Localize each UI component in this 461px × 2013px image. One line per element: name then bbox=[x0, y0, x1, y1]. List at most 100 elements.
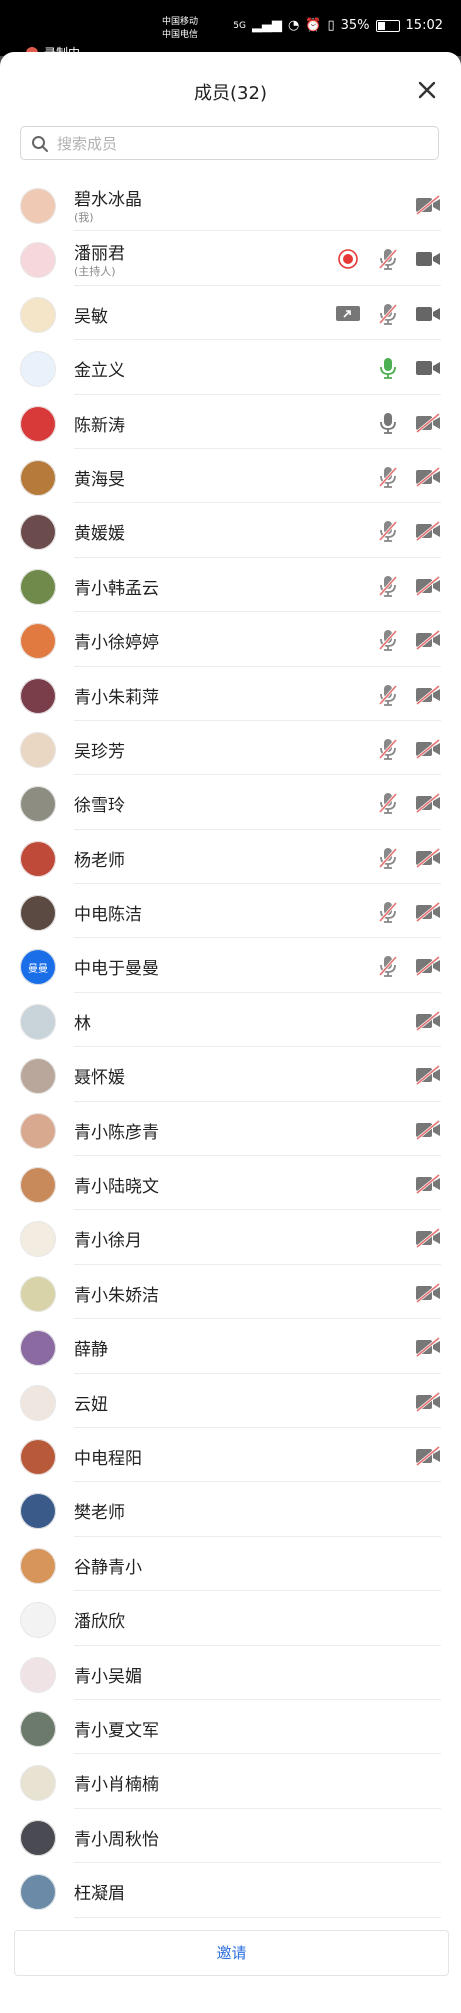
member-row[interactable]: 曼曼 中电于曼曼 bbox=[0, 938, 461, 994]
mic-off-icon[interactable] bbox=[375, 248, 401, 271]
mic-off-icon[interactable] bbox=[375, 575, 401, 597]
member-row[interactable]: 中电程阳 bbox=[0, 1428, 461, 1483]
member-row[interactable]: 林 bbox=[0, 993, 461, 1048]
member-row[interactable]: 徐雪玲 bbox=[0, 775, 461, 831]
mic-off-icon[interactable] bbox=[375, 466, 401, 488]
video-off-icon[interactable] bbox=[415, 1391, 441, 1413]
video-off-icon[interactable] bbox=[415, 738, 441, 760]
mic-off-icon[interactable] bbox=[375, 955, 401, 978]
mic-off-icon[interactable] bbox=[375, 520, 401, 543]
member-row[interactable]: 青小夏文军 bbox=[0, 1700, 461, 1755]
video-off-icon[interactable] bbox=[415, 1445, 441, 1467]
member-row[interactable]: 陈新涛 bbox=[0, 395, 461, 450]
member-row[interactable]: 枉凝眉 bbox=[0, 1863, 461, 1918]
avatar bbox=[20, 895, 56, 932]
member-row[interactable]: 黄海旻 bbox=[0, 449, 461, 504]
video-off-icon[interactable] bbox=[415, 901, 441, 923]
member-row[interactable]: 青小陆晓文 bbox=[0, 1156, 461, 1211]
member-row[interactable]: 青小朱莉萍 bbox=[0, 667, 461, 722]
member-row[interactable]: 碧水冰晶 (我) bbox=[0, 177, 461, 232]
video-off-icon[interactable] bbox=[415, 1173, 441, 1195]
page-title: 成员(32) bbox=[194, 83, 267, 104]
video-off-icon[interactable] bbox=[415, 792, 441, 814]
avatar bbox=[20, 1003, 56, 1040]
invite-button[interactable]: 邀请 bbox=[14, 1930, 449, 1976]
member-row[interactable]: 吴敏 bbox=[0, 286, 461, 341]
wifi-icon: ◔ bbox=[287, 18, 300, 33]
member-row[interactable]: 黄媛媛 bbox=[0, 503, 461, 559]
member-row[interactable]: 青小周秋怡 bbox=[0, 1809, 461, 1864]
video-off-icon[interactable] bbox=[415, 1227, 441, 1249]
close-button[interactable] bbox=[415, 78, 439, 102]
member-status-icons bbox=[375, 954, 441, 978]
member-name: 薛静 bbox=[74, 1340, 108, 1361]
member-status-icons bbox=[415, 1063, 441, 1087]
member-name: 青小朱莉萍 bbox=[74, 687, 159, 708]
member-row[interactable]: 青小肖楠楠 bbox=[0, 1754, 461, 1810]
video-on-icon[interactable] bbox=[415, 303, 441, 325]
avatar bbox=[20, 1330, 56, 1367]
mic-idle-icon[interactable] bbox=[375, 412, 401, 434]
mic-off-icon[interactable] bbox=[375, 792, 401, 815]
video-off-icon[interactable] bbox=[415, 575, 441, 597]
mic-off-icon[interactable] bbox=[375, 303, 401, 325]
member-name: 徐雪玲 bbox=[74, 796, 125, 817]
member-name: 青小夏文军 bbox=[74, 1720, 159, 1741]
mic-off-icon[interactable] bbox=[375, 901, 401, 923]
avatar bbox=[20, 677, 56, 714]
member-row[interactable]: 金立义 bbox=[0, 340, 461, 395]
member-row[interactable]: 青小韩孟云 bbox=[0, 558, 461, 613]
member-row[interactable]: 吴珍芳 bbox=[0, 721, 461, 776]
video-off-icon[interactable] bbox=[415, 466, 441, 488]
record-icon[interactable] bbox=[335, 248, 361, 270]
video-off-icon[interactable] bbox=[415, 684, 441, 706]
video-off-icon[interactable] bbox=[415, 412, 441, 434]
avatar bbox=[20, 1167, 56, 1204]
video-on-icon[interactable] bbox=[415, 248, 441, 270]
battery-percent: 35% bbox=[340, 18, 370, 33]
avatar bbox=[20, 1656, 56, 1693]
avatar bbox=[20, 1493, 56, 1530]
video-off-icon[interactable] bbox=[415, 1282, 441, 1304]
member-row[interactable]: 潘丽君 (主持人) bbox=[0, 231, 461, 287]
video-off-icon[interactable] bbox=[415, 1119, 441, 1141]
member-row[interactable]: 樊老师 bbox=[0, 1482, 461, 1538]
member-row[interactable]: 潘欣欣 bbox=[0, 1591, 461, 1646]
video-on-icon[interactable] bbox=[415, 357, 441, 379]
member-row[interactable]: 青小吴媚 bbox=[0, 1646, 461, 1701]
search-input[interactable] bbox=[55, 130, 429, 158]
video-off-icon[interactable] bbox=[415, 520, 441, 542]
video-off-icon[interactable] bbox=[415, 1336, 441, 1358]
member-status-icons bbox=[335, 302, 441, 326]
member-row[interactable]: 聂怀媛 bbox=[0, 1047, 461, 1103]
video-off-icon[interactable] bbox=[415, 1010, 441, 1032]
member-row[interactable]: 云妞 bbox=[0, 1374, 461, 1429]
mic-off-icon[interactable] bbox=[375, 629, 401, 652]
network-label: 5G bbox=[233, 20, 246, 31]
member-name: 青小徐婷婷 bbox=[74, 633, 159, 654]
carrier-1: 中国移动 bbox=[162, 17, 199, 27]
member-name: 中电于曼曼 bbox=[74, 959, 159, 980]
avatar bbox=[20, 296, 56, 333]
member-row[interactable]: 青小徐婷婷 bbox=[0, 612, 461, 667]
video-off-icon[interactable] bbox=[415, 955, 441, 977]
search-box[interactable] bbox=[20, 126, 439, 160]
member-row[interactable]: 谷静青小 bbox=[0, 1537, 461, 1592]
mic-off-icon[interactable] bbox=[375, 684, 401, 706]
member-row[interactable]: 薛静 bbox=[0, 1319, 461, 1374]
video-off-icon[interactable] bbox=[415, 629, 441, 651]
video-off-icon[interactable] bbox=[415, 194, 441, 216]
screen-share-icon[interactable] bbox=[335, 303, 361, 325]
member-row[interactable]: 青小陈彦青 bbox=[0, 1102, 461, 1157]
video-off-icon[interactable] bbox=[415, 847, 441, 869]
video-off-icon[interactable] bbox=[415, 1064, 441, 1086]
mic-on-icon[interactable] bbox=[375, 357, 401, 380]
member-row[interactable]: 青小徐月 bbox=[0, 1210, 461, 1266]
member-row[interactable]: 青小朱娇洁 bbox=[0, 1265, 461, 1320]
member-status-icons bbox=[375, 846, 441, 870]
member-row[interactable]: 杨老师 bbox=[0, 830, 461, 885]
mic-off-icon[interactable] bbox=[375, 738, 401, 760]
member-row[interactable]: 中电陈洁 bbox=[0, 884, 461, 939]
avatar bbox=[20, 1384, 56, 1421]
mic-off-icon[interactable] bbox=[375, 847, 401, 869]
